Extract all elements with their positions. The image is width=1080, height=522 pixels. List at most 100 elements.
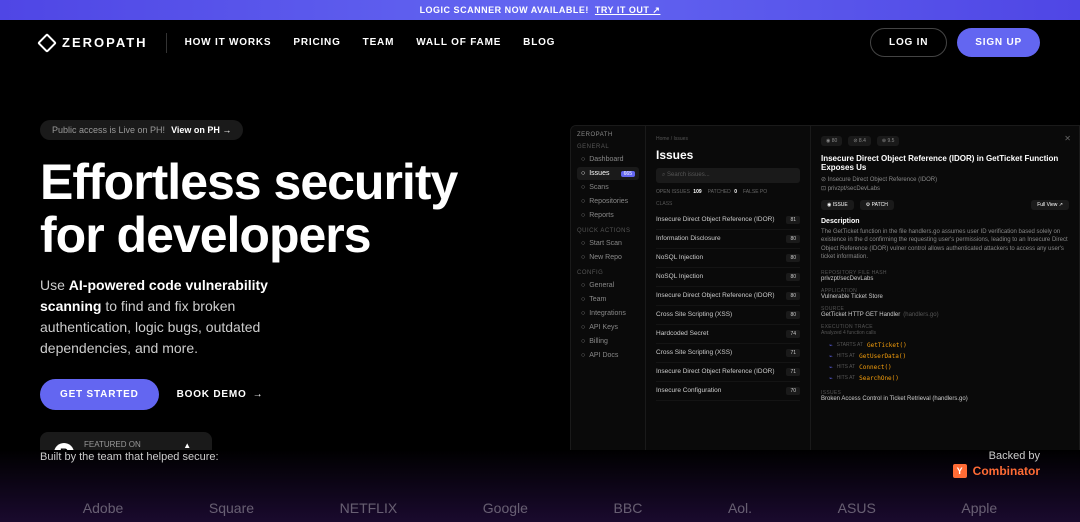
upvote-icon: ▲ xyxy=(183,441,191,450)
company-logo: Apple xyxy=(961,500,997,516)
ss-trace-call: ⌁STARTS AT GetTicket() xyxy=(821,340,1069,351)
hero-subtitle: Use AI-powered code vulnerability scanni… xyxy=(40,275,320,359)
main-nav: ZEROPATH HOW IT WORKS PRICING TEAM WALL … xyxy=(0,20,1080,65)
ss-detail-field: SOURCEGetTicket HTTP GET Handler (handle… xyxy=(821,306,1069,318)
ss-full-view-button[interactable]: Full View ↗ xyxy=(1031,200,1069,210)
hero-title-l1: Effortless security xyxy=(40,154,457,210)
ss-section-label: CLASS xyxy=(656,201,800,207)
ss-sidebar-item[interactable]: ○Billing xyxy=(577,335,639,348)
ss-issue-row[interactable]: NoSQL Injection80 xyxy=(656,268,800,287)
app-screenshot: ZEROPATH GENERAL ○Dashboard○Issues665○Sca… xyxy=(570,125,1080,490)
ss-tab-issue[interactable]: ◉ ISSUE xyxy=(821,200,854,210)
company-logo: Google xyxy=(483,500,528,516)
ss-issue-row[interactable]: Cross Site Scripting (XSS)80 xyxy=(656,306,800,325)
ss-issue-tabs: OPEN ISSUES 109 PATCHED 0 FALSE PO xyxy=(656,189,800,195)
ss-tab[interactable]: OPEN ISSUES 109 xyxy=(656,189,702,195)
ss-issue-row[interactable]: Insecure Configuration70 xyxy=(656,382,800,401)
ss-sidebar-item[interactable]: ○Scans xyxy=(577,181,639,194)
ss-stat-badge: ⊘ 8.4 xyxy=(848,136,871,146)
ss-sidebar-item[interactable]: ○Team xyxy=(577,293,639,306)
ss-sidebar-section-label: CONFIG xyxy=(577,270,639,276)
ph-badge-text: Public access is Live on PH! xyxy=(52,125,165,135)
ss-sidebar-section-label: GENERAL xyxy=(577,144,639,150)
ss-trace-call: ⌁HITS AT GetUserData() xyxy=(821,351,1069,362)
nav-pricing[interactable]: PRICING xyxy=(293,37,340,48)
promo-banner[interactable]: LOGIC SCANNER NOW AVAILABLE! TRY IT OUT … xyxy=(0,0,1080,20)
arrow-right-icon: → xyxy=(253,389,264,400)
ss-issue-row[interactable]: Insecure Direct Object Reference (IDOR)7… xyxy=(656,363,800,382)
close-icon[interactable]: ✕ xyxy=(1064,134,1071,143)
company-logo: Square xyxy=(209,500,254,516)
ss-sidebar-item[interactable]: ○New Repo xyxy=(577,251,639,264)
ss-detail-panel: ✕ ◉ 80 ⊘ 8.4 ⊕ 9.5 Insecure Direct Object … xyxy=(811,126,1079,489)
ss-detail-class: Insecure Direct Object Reference (IDOR) xyxy=(828,177,937,183)
ss-trace-sub: Analyzed 4 function calls xyxy=(821,330,1069,336)
nav-wall-of-fame[interactable]: WALL OF FAME xyxy=(416,37,501,48)
ph-featured-label: FEATURED ON xyxy=(84,440,141,449)
ss-sidebar-item[interactable]: ○Repositories xyxy=(577,195,639,208)
nav-team[interactable]: TEAM xyxy=(363,37,395,48)
logo-icon xyxy=(37,33,57,53)
company-logo: BBC xyxy=(614,500,643,516)
ss-stats: ◉ 80 ⊘ 8.4 ⊕ 9.5 xyxy=(821,136,1069,146)
ss-issue-row[interactable]: Cross Site Scripting (XSS)71 xyxy=(656,344,800,363)
company-logo: NETFLIX xyxy=(340,500,398,516)
ss-issue-row[interactable]: Insecure Direct Object Reference (IDOR)8… xyxy=(656,211,800,230)
ss-breadcrumb: Home / Issues xyxy=(656,136,800,142)
signup-button[interactable]: SIGN UP xyxy=(957,28,1040,57)
nav-how-it-works[interactable]: HOW IT WORKS xyxy=(185,37,272,48)
ss-issue-list: Insecure Direct Object Reference (IDOR)8… xyxy=(656,211,800,401)
ss-issue-row[interactable]: NoSQL Injection80 xyxy=(656,249,800,268)
company-logo: Aol. xyxy=(728,500,752,516)
ss-tab-patch[interactable]: ⚙ PATCH xyxy=(860,200,894,210)
ss-issues-panel: Home / Issues Issues ⌕ Search issues... … xyxy=(646,126,811,489)
ss-issue-row[interactable]: Insecure Direct Object Reference (IDOR)8… xyxy=(656,287,800,306)
ph-badge-link[interactable]: View on PH → xyxy=(171,125,231,135)
ss-search-input[interactable]: ⌕ Search issues... xyxy=(656,168,800,183)
logo[interactable]: ZEROPATH xyxy=(40,35,148,50)
yc-name: Combinator xyxy=(973,464,1040,478)
ss-sidebar-section-label: QUICK ACTIONS xyxy=(577,228,639,234)
get-started-button[interactable]: GET STARTED xyxy=(40,379,159,410)
ss-detail-repo: privzpt/secDevLabs xyxy=(828,186,880,192)
nav-blog[interactable]: BLOG xyxy=(523,37,555,48)
ss-detail-title: Insecure Direct Object Reference (IDOR) … xyxy=(821,154,1069,172)
login-button[interactable]: LOG IN xyxy=(870,28,947,57)
ss-issue-row[interactable]: Information Disclosure80 xyxy=(656,230,800,249)
nav-links: HOW IT WORKS PRICING TEAM WALL OF FAME B… xyxy=(185,37,556,48)
company-logos: Adobe Square NETFLIX Google BBC Aol. ASUS Apple xyxy=(40,494,1040,522)
company-logo: ASUS xyxy=(838,500,876,516)
ss-desc-heading: Description xyxy=(821,218,1069,225)
ss-issues-title: Issues xyxy=(656,148,800,162)
banner-text: LOGIC SCANNER NOW AVAILABLE! xyxy=(420,5,589,15)
ss-issue-row[interactable]: Hardcoded Secret74 xyxy=(656,325,800,344)
ss-sidebar-item[interactable]: ○Reports xyxy=(577,209,639,222)
ss-tab[interactable]: FALSE PO xyxy=(743,189,769,195)
book-demo-button[interactable]: BOOK DEMO → xyxy=(177,389,264,400)
ss-detail-field: REPOSITORY FILE HASHprivzpt/secDevLabs xyxy=(821,270,1069,282)
ss-sidebar-item[interactable]: ○API Docs xyxy=(577,349,639,362)
ss-trace-call: ⌁HITS AT SearchOne() xyxy=(821,373,1069,384)
ss-stat-badge: ⊕ 9.5 xyxy=(877,136,900,146)
ph-announcement-badge[interactable]: Public access is Live on PH! View on PH … xyxy=(40,120,243,140)
ss-stat-badge: ◉ 80 xyxy=(821,136,842,146)
ss-sidebar-item[interactable]: ○Issues665 xyxy=(577,167,639,180)
ss-issues-value: Broken Access Control in Ticket Retrieva… xyxy=(821,396,1069,402)
company-logo: Adobe xyxy=(83,500,123,516)
ss-sidebar-item[interactable]: ○General xyxy=(577,279,639,292)
ss-tab[interactable]: PATCHED 0 xyxy=(708,189,737,195)
ss-brand: ZEROPATH xyxy=(577,132,639,138)
backed-by: Backed by Y Combinator xyxy=(953,450,1040,478)
footer: Built by the team that helped secure: Ba… xyxy=(0,450,1080,522)
yc-icon: Y xyxy=(953,464,967,478)
nav-divider xyxy=(166,33,167,53)
built-by-text: Built by the team that helped secure: xyxy=(40,450,219,465)
ss-sidebar-item[interactable]: ○API Keys xyxy=(577,321,639,334)
ss-trace-call: ⌁HITS AT Connect() xyxy=(821,362,1069,373)
ss-sidebar-item[interactable]: ○Integrations xyxy=(577,307,639,320)
ss-sidebar-item[interactable]: ○Start Scan xyxy=(577,237,639,250)
ss-detail-field: APPLICATIONVulnerable Ticket Store xyxy=(821,288,1069,300)
ss-sidebar-item[interactable]: ○Dashboard xyxy=(577,153,639,166)
backed-by-label: Backed by xyxy=(953,450,1040,462)
banner-link[interactable]: TRY IT OUT ↗ xyxy=(595,5,661,16)
